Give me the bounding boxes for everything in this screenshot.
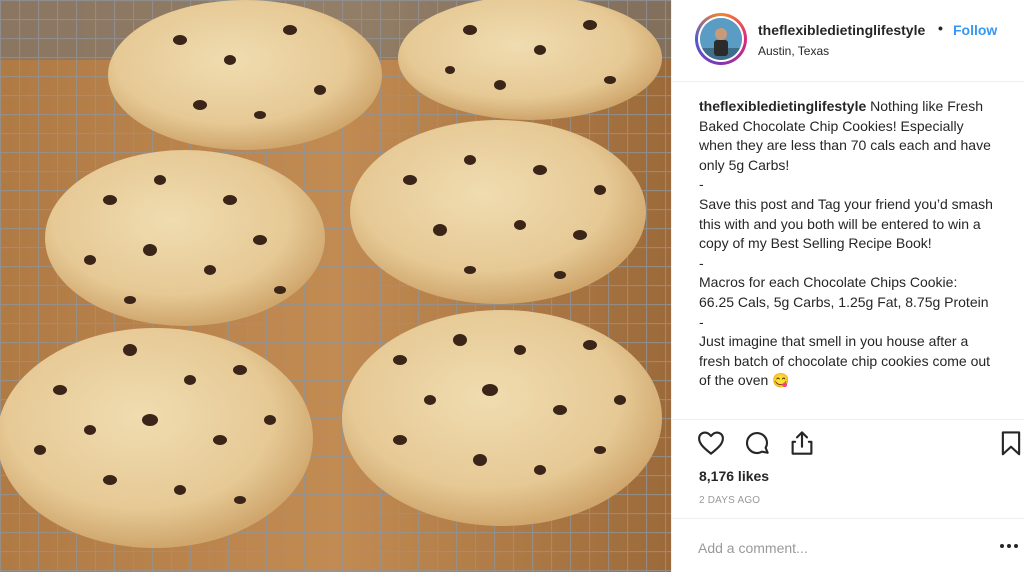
post-photo[interactable] (0, 0, 671, 572)
post-sidebar: theflexibledietinglifestyle • Follow Aus… (671, 0, 1024, 572)
post-header: theflexibledietinglifestyle • Follow Aus… (672, 0, 1024, 82)
caption-username[interactable]: theflexibledietinglifestyle (699, 98, 866, 114)
share-icon[interactable] (787, 428, 817, 458)
location-link[interactable]: Austin, Texas (758, 44, 829, 58)
caption-paragraph: - (699, 254, 704, 271)
caption-paragraph: Just imagine that smell in you house aft… (699, 333, 991, 389)
caption-paragraph: - (699, 313, 704, 330)
caption-paragraph: - (699, 176, 704, 193)
avatar[interactable] (695, 13, 747, 65)
action-bar (672, 419, 1024, 475)
likes-count[interactable]: 8,176 likes (699, 468, 769, 484)
follow-button[interactable]: Follow (953, 22, 997, 38)
username-link[interactable]: theflexibledietinglifestyle (758, 22, 925, 38)
separator-dot: • (938, 20, 943, 36)
caption-paragraph: Save this post and Tag your friend you’d… (699, 195, 993, 252)
comment-input[interactable] (698, 537, 968, 559)
heart-icon[interactable] (696, 428, 726, 458)
post-caption: theflexibledietinglifestyle Nothing like… (699, 97, 995, 417)
comment-icon[interactable] (742, 428, 772, 458)
cookies-photo (0, 0, 671, 572)
caption-paragraph: theflexibledietinglifestyle Nothing like… (699, 97, 995, 175)
more-options-icon[interactable] (997, 539, 1021, 551)
bookmark-icon[interactable] (996, 428, 1024, 458)
post-timestamp[interactable]: 2 DAYS AGO (699, 495, 760, 506)
comment-bar (672, 518, 1024, 572)
caption-paragraph: Macros for each Chocolate Chips Cookie: … (699, 274, 989, 310)
